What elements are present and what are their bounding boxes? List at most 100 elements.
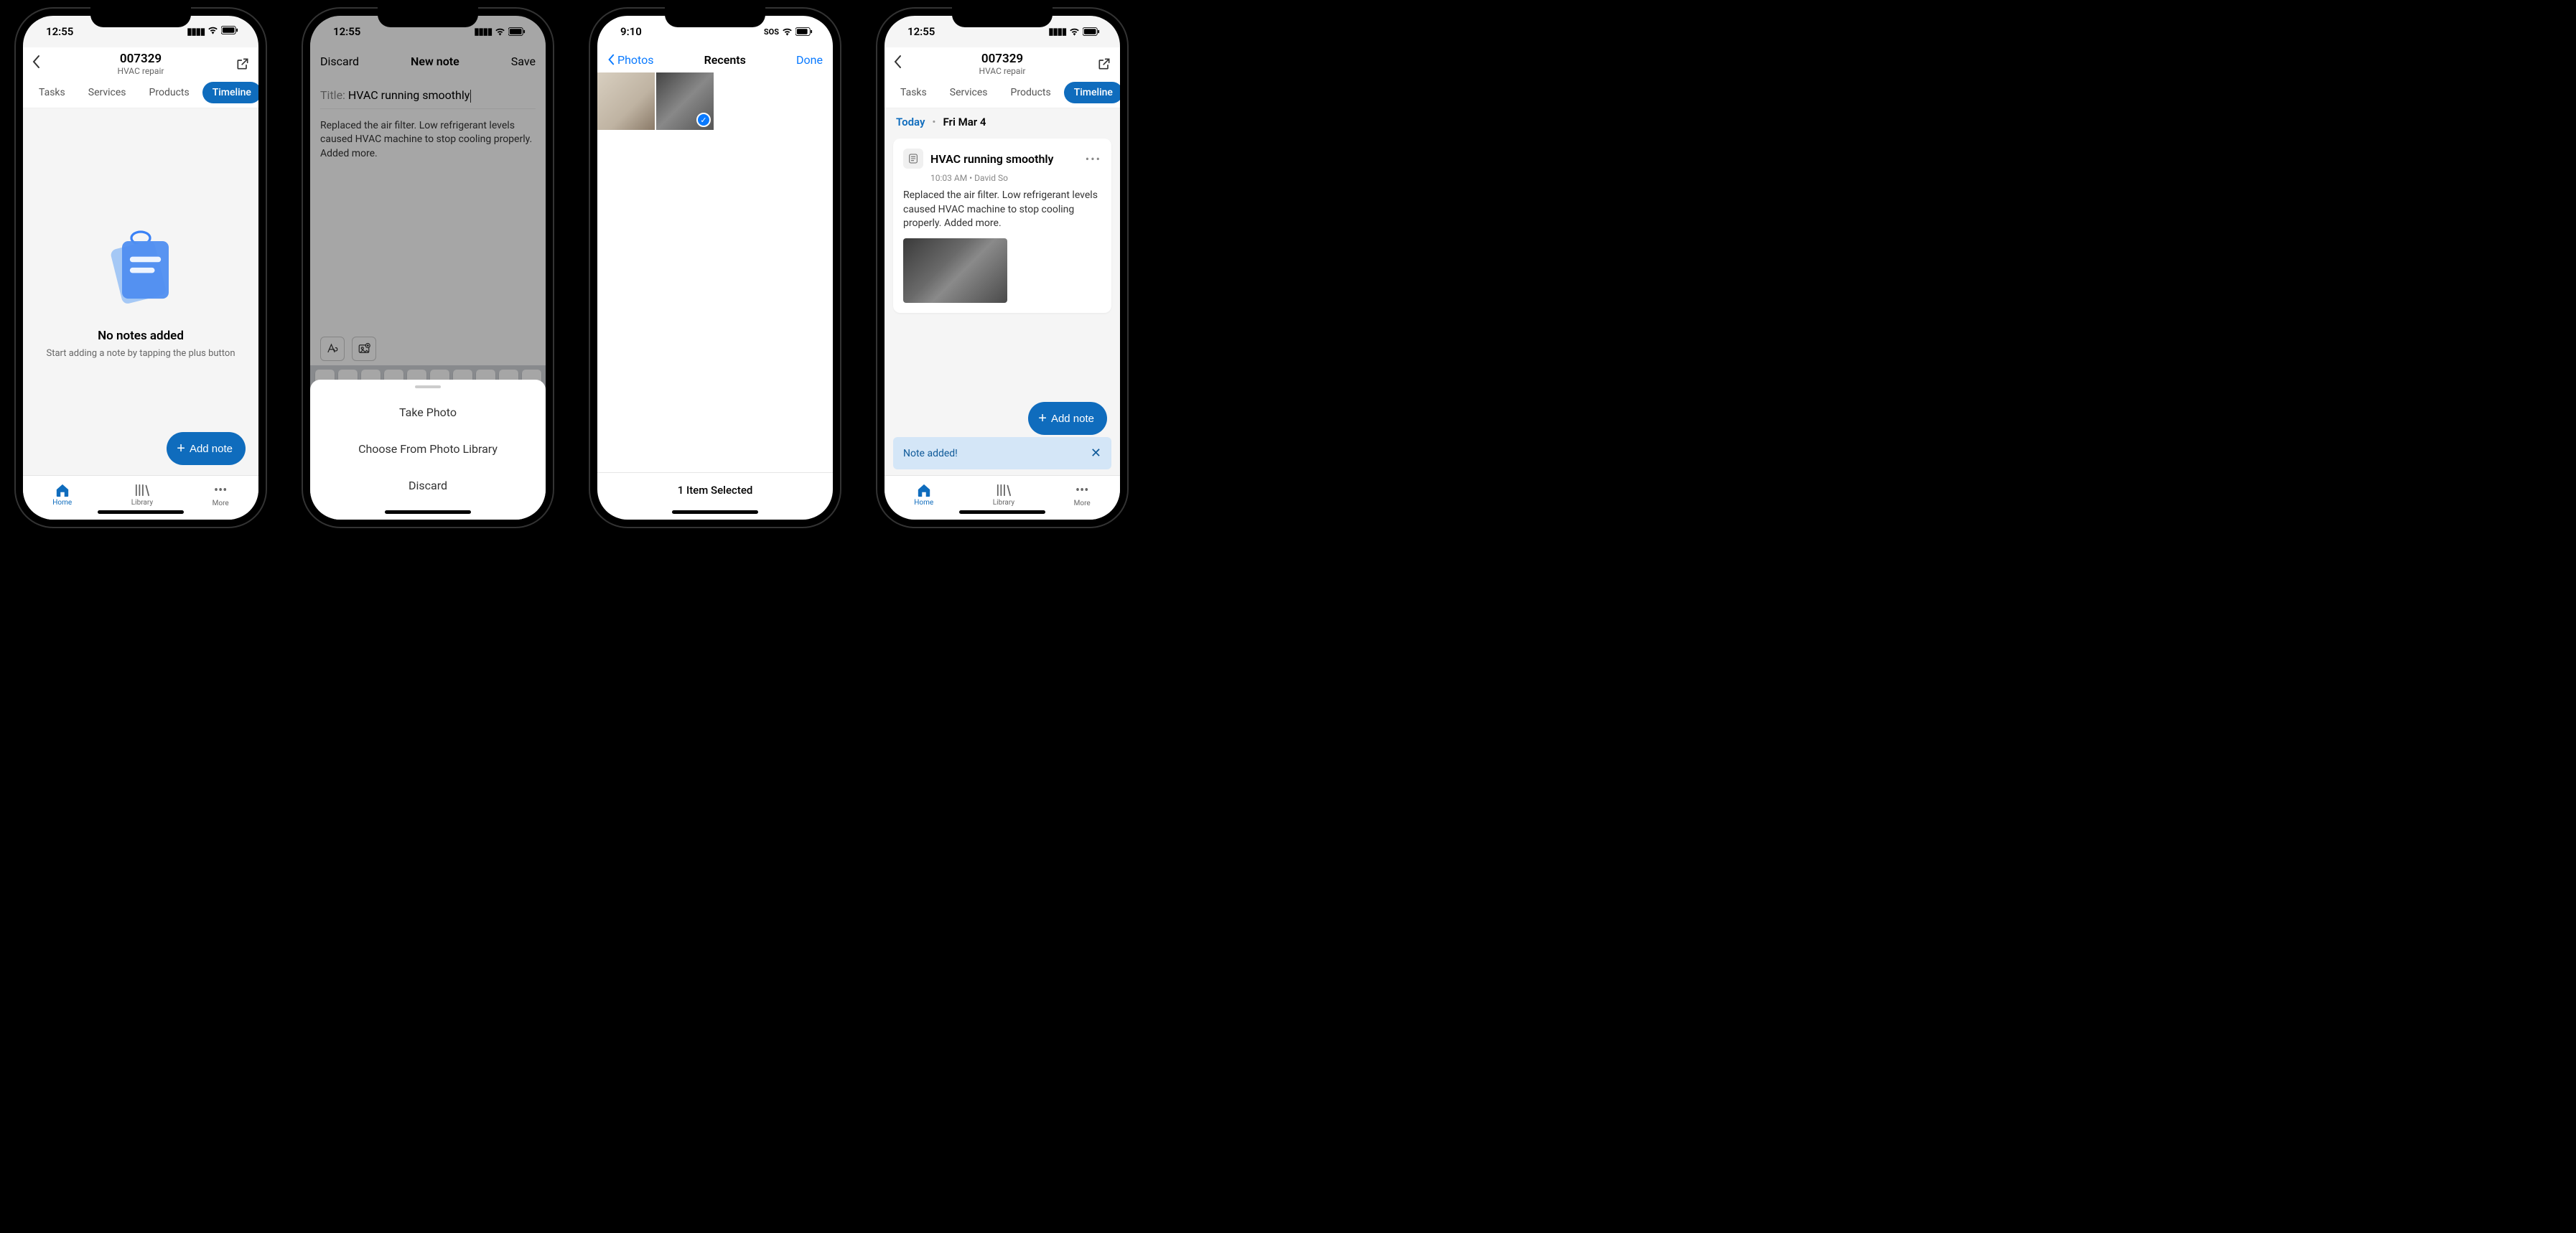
fab-container: + Add note	[1028, 402, 1107, 435]
tab-timeline[interactable]: Timeline	[202, 82, 258, 103]
nav-home[interactable]: Home	[52, 483, 72, 507]
date-row: Today • Fri Mar 4	[885, 108, 1120, 136]
home-indicator[interactable]	[385, 510, 471, 514]
add-note-button[interactable]: + Add note	[167, 432, 246, 465]
photo-thumb-2[interactable]: ✓	[656, 72, 714, 130]
back-button[interactable]	[893, 55, 915, 73]
notch	[952, 7, 1053, 27]
status-time: 9:10	[620, 25, 642, 38]
photo-grid: ✓	[597, 72, 833, 130]
notch	[90, 7, 191, 27]
tab-tasks[interactable]: Tasks	[890, 82, 937, 103]
open-external-button[interactable]	[1090, 57, 1111, 71]
home-indicator[interactable]	[672, 510, 758, 514]
timeline-note-card[interactable]: HVAC running smoothly ••• 10:03 AM • Dav…	[893, 139, 1111, 313]
card-header: HVAC running smoothly •••	[903, 149, 1101, 169]
fab-label: Add note	[1051, 413, 1094, 425]
status-time: 12:55	[46, 25, 73, 38]
nav-more[interactable]: ••• More	[1074, 483, 1091, 507]
tab-services[interactable]: Services	[940, 82, 998, 103]
header-title-block: 007329 HVAC repair	[53, 52, 228, 76]
home-icon	[916, 483, 932, 497]
card-meta: 10:03 AM • David So	[930, 173, 1101, 183]
open-external-button[interactable]	[228, 57, 250, 71]
card-title: HVAC running smoothly	[930, 152, 1078, 166]
header-title: 007329	[915, 52, 1090, 66]
done-button[interactable]: Done	[796, 53, 823, 67]
battery-icon	[795, 27, 813, 36]
page-header: 007329 HVAC repair	[23, 47, 258, 82]
nav-more[interactable]: ••• More	[213, 483, 229, 507]
home-indicator[interactable]	[98, 510, 184, 514]
sheet-handle[interactable]	[415, 385, 441, 388]
fab-container: + Add note	[167, 432, 246, 465]
signal-icon: ▮▮▮▮	[1048, 27, 1066, 37]
toast-close-button[interactable]: ✕	[1091, 446, 1101, 461]
wifi-icon	[1069, 27, 1080, 36]
tab-products[interactable]: Products	[1001, 82, 1061, 103]
status-icons: ▮▮▮▮	[1048, 27, 1100, 37]
signal-icon: ▮▮▮▮	[187, 27, 205, 37]
empty-title: No notes added	[98, 329, 184, 343]
notepad-illustration	[94, 222, 187, 316]
header-subtitle: HVAC repair	[915, 66, 1090, 76]
selection-count: 1 Item Selected	[678, 484, 753, 497]
tab-services[interactable]: Services	[78, 82, 136, 103]
tabs: Tasks Services Products Timeline	[885, 82, 1120, 108]
tab-timeline[interactable]: Timeline	[1064, 82, 1120, 103]
fab-label: Add note	[190, 443, 233, 455]
picker-title: Recents	[704, 53, 746, 67]
tab-tasks[interactable]: Tasks	[29, 82, 75, 103]
add-note-button[interactable]: + Add note	[1028, 402, 1107, 435]
wifi-icon	[782, 27, 793, 36]
take-photo-option[interactable]: Take Photo	[310, 394, 546, 431]
battery-icon	[1083, 27, 1100, 36]
status-icons: ▮▮▮▮	[187, 26, 238, 37]
plus-icon: +	[1038, 411, 1047, 427]
card-attachment-image[interactable]	[903, 238, 1007, 303]
phone-frame-1: 12:55 ▮▮▮▮ 007329 HVAC repair	[14, 7, 267, 528]
tab-products[interactable]: Products	[139, 82, 200, 103]
back-button[interactable]	[32, 55, 53, 73]
screen-1: 12:55 ▮▮▮▮ 007329 HVAC repair	[23, 16, 258, 520]
library-icon	[996, 483, 1012, 497]
header-title: 007329	[53, 52, 228, 66]
nav-more-label: More	[213, 500, 229, 507]
home-icon	[55, 483, 70, 497]
status-icons: SOS	[764, 27, 813, 37]
header-title-block: 007329 HVAC repair	[915, 52, 1090, 76]
nav-library-label: Library	[131, 499, 153, 507]
card-more-button[interactable]: •••	[1086, 152, 1101, 166]
sos-indicator: SOS	[764, 27, 779, 37]
photos-back-button[interactable]: Photos	[607, 53, 653, 67]
action-sheet: Take Photo Choose From Photo Library Dis…	[310, 380, 546, 520]
current-date: Fri Mar 4	[943, 116, 986, 128]
nav-library[interactable]: Library	[993, 483, 1014, 507]
toast: Note added! ✕	[893, 437, 1111, 469]
photo-picker-header: Photos Recents Done	[597, 47, 833, 72]
screen-4: 12:55 ▮▮▮▮ 007329 HVAC repair Tasks Serv…	[885, 16, 1120, 520]
home-indicator[interactable]	[959, 510, 1045, 514]
tabs: Tasks Services Products Timeline	[23, 82, 258, 108]
nav-more-label: More	[1074, 500, 1091, 507]
choose-library-option[interactable]: Choose From Photo Library	[310, 431, 546, 467]
note-icon	[903, 149, 923, 169]
empty-state: No notes added Start adding a note by ta…	[23, 108, 258, 475]
nav-library-label: Library	[993, 499, 1014, 507]
more-icon: •••	[1075, 483, 1088, 498]
phone-frame-2: 12:55 ▮▮▮▮ Discard New note Save Title: …	[302, 7, 554, 528]
nav-library[interactable]: Library	[131, 483, 153, 507]
today-link[interactable]: Today	[896, 116, 925, 128]
notch	[665, 7, 765, 27]
library-icon	[134, 483, 150, 497]
page-header: 007329 HVAC repair	[885, 47, 1120, 82]
discard-option[interactable]: Discard	[310, 467, 546, 504]
photos-back-label: Photos	[617, 53, 654, 67]
photo-thumb-1[interactable]	[597, 72, 655, 130]
selected-check-icon: ✓	[696, 113, 711, 127]
header-subtitle: HVAC repair	[53, 66, 228, 76]
separator-dot: •	[932, 116, 935, 128]
nav-home[interactable]: Home	[914, 483, 933, 507]
card-body: Replaced the air filter. Low refrigerant…	[903, 189, 1101, 231]
picker-footer: 1 Item Selected	[597, 472, 833, 507]
